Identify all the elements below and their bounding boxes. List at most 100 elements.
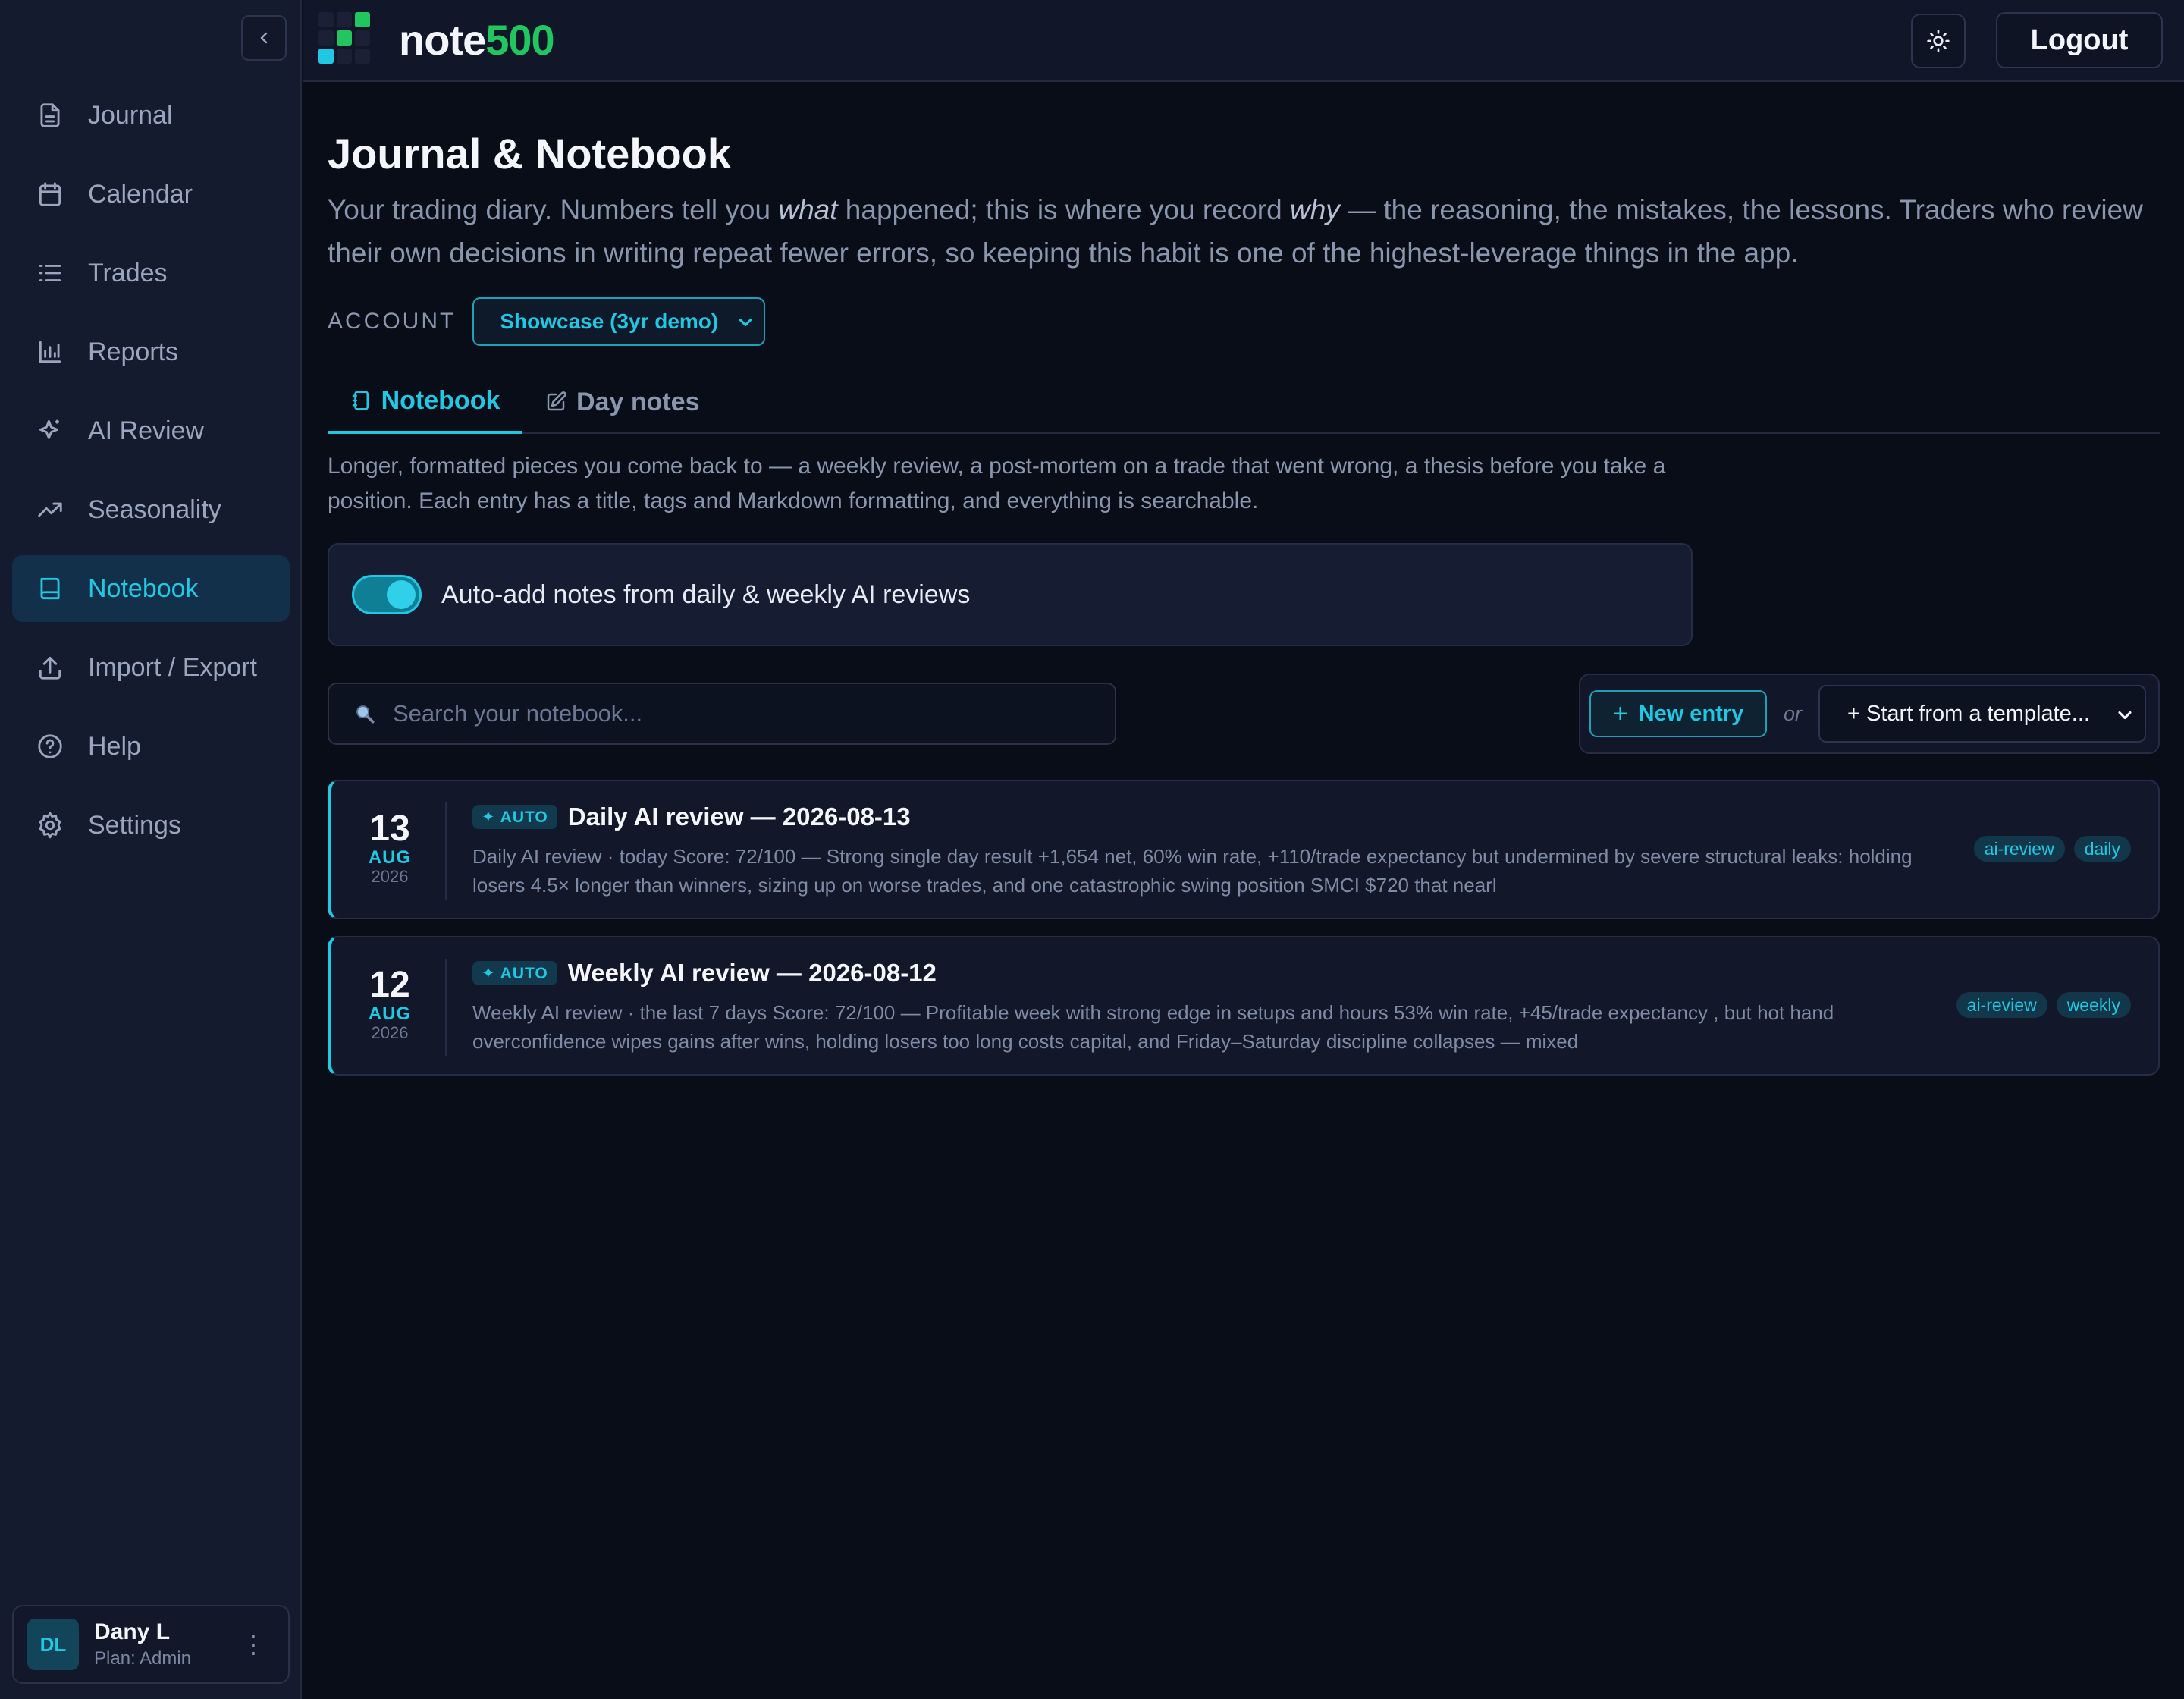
entry-month: AUG <box>368 847 412 868</box>
sidebar-item-label: Import / Export <box>88 652 257 682</box>
logout-button[interactable]: Logout <box>1996 12 2163 68</box>
intro-text: happened; this is where you record <box>837 194 1290 225</box>
user-name: Dany L <box>94 1619 171 1644</box>
page-intro: Your trading diary. Numbers tell you wha… <box>328 188 2148 275</box>
sidebar-item-label: Calendar <box>88 179 193 209</box>
chevron-down-icon <box>739 318 752 327</box>
upload-icon <box>35 652 65 683</box>
sparkle-icon <box>35 416 65 446</box>
divider <box>445 959 447 1056</box>
entry-actions: + New entry or + Start from a template..… <box>1579 674 2160 754</box>
chevron-down-icon <box>2118 711 2132 720</box>
tab-label: Day notes <box>576 387 700 416</box>
sidebar-item-label: Help <box>88 731 141 761</box>
avatar: DL <box>27 1619 79 1670</box>
template-select[interactable]: + Start from a template... <box>1818 685 2147 743</box>
tabs: Notebook Day notes <box>328 370 2160 434</box>
sidebar-item-label: Seasonality <box>88 495 221 524</box>
auto-add-label: Auto-add notes from daily & weekly AI re… <box>441 579 971 609</box>
theme-toggle-button[interactable] <box>1911 14 1966 68</box>
sidebar-item-calendar[interactable]: Calendar <box>12 161 290 228</box>
help-circle-icon <box>35 731 65 762</box>
sidebar-item-label: Reports <box>88 337 179 366</box>
tab-notebook[interactable]: Notebook <box>328 370 522 434</box>
sidebar-item-label: Journal <box>88 100 173 130</box>
user-card[interactable]: DL Dany L Plan: Admin ⋮ <box>12 1605 290 1684</box>
new-entry-button[interactable]: + New entry <box>1589 690 1767 737</box>
search-input[interactable] <box>393 700 1115 727</box>
sidebar-item-notebook[interactable]: Notebook <box>12 555 290 622</box>
edit-note-icon <box>544 391 567 413</box>
auto-badge: ✦ AUTO <box>472 961 557 985</box>
entry-date: 13 AUG 2026 <box>353 810 427 886</box>
account-row: ACCOUNT Showcase (3yr demo) <box>328 297 766 346</box>
trending-up-icon <box>35 495 65 525</box>
intro-text: Your trading diary. Numbers tell you <box>328 194 779 225</box>
sidebar-item-trades[interactable]: Trades <box>12 240 290 306</box>
sidebar-item-journal[interactable]: Journal <box>12 82 290 149</box>
brand-name-part2: 500 <box>485 16 554 64</box>
chevron-left-icon <box>260 32 268 44</box>
sidebar-item-label: Notebook <box>88 573 199 603</box>
search-box <box>328 683 1116 745</box>
entry-year: 2026 <box>371 867 409 886</box>
sidebar-item-import-export[interactable]: Import / Export <box>12 634 290 701</box>
auto-add-toggle[interactable] <box>352 575 422 614</box>
more-vertical-icon[interactable]: ⋮ <box>241 1632 265 1657</box>
list-icon <box>35 258 65 288</box>
sidebar-item-reports[interactable]: Reports <box>12 319 290 385</box>
account-select[interactable]: Showcase (3yr demo) <box>472 297 766 346</box>
auto-badge: ✦ AUTO <box>472 805 557 829</box>
sun-icon <box>1927 30 1950 52</box>
account-label: ACCOUNT <box>328 309 457 334</box>
brand-name[interactable]: note500 <box>399 15 555 64</box>
entry-date: 12 AUG 2026 <box>353 966 427 1042</box>
sidebar: Journal Calendar Trades Reports AI Revie… <box>0 0 302 1699</box>
sidebar-item-ai-review[interactable]: AI Review <box>12 397 290 464</box>
tab-day-notes[interactable]: Day notes <box>544 370 700 434</box>
sidebar-item-seasonality[interactable]: Seasonality <box>12 476 290 543</box>
collapse-sidebar-button[interactable] <box>241 15 287 61</box>
bar-chart-icon <box>35 337 65 367</box>
topbar: note500 Logout <box>303 0 2184 82</box>
plus-icon: + <box>1612 699 1628 728</box>
entry-snippet: Daily AI review · today Score: 72/100 — … <box>472 845 1913 897</box>
entry-title: Weekly AI review — 2026-08-12 <box>567 959 937 987</box>
auto-add-card: Auto-add notes from daily & weekly AI re… <box>328 543 1693 646</box>
logo-icon <box>318 12 370 64</box>
new-entry-label: New entry <box>1638 701 1744 726</box>
user-plan: Plan: Admin <box>94 1648 192 1669</box>
entry-day: 12 <box>369 965 410 1005</box>
tag[interactable]: ai-review <box>1956 992 2048 1018</box>
template-select-value: + Start from a template... <box>1847 701 2090 726</box>
notebook-entry[interactable]: 13 AUG 2026 ✦ AUTO Daily AI review — 202… <box>328 780 2160 919</box>
tag[interactable]: weekly <box>2056 992 2131 1018</box>
entry-tags: ai-review weekly <box>1947 992 2131 1018</box>
toggle-knob <box>387 580 416 609</box>
notebook-entry[interactable]: 12 AUG 2026 ✦ AUTO Weekly AI review — 20… <box>328 936 2160 1076</box>
search-icon <box>356 705 375 724</box>
sidebar-nav: Journal Calendar Trades Reports AI Revie… <box>12 82 290 871</box>
calendar-icon <box>35 179 65 209</box>
page-title: Journal & Notebook <box>328 130 732 177</box>
entry-month: AUG <box>368 1003 412 1024</box>
sidebar-item-label: Trades <box>88 258 168 287</box>
entry-day: 13 <box>369 809 410 849</box>
divider <box>445 802 447 900</box>
sidebar-item-help[interactable]: Help <box>12 713 290 780</box>
entry-title: Daily AI review — 2026-08-13 <box>567 802 911 831</box>
account-select-value: Showcase (3yr demo) <box>500 309 719 333</box>
gear-icon <box>35 810 65 840</box>
tab-label: Notebook <box>381 385 500 415</box>
tag[interactable]: ai-review <box>1973 836 2065 862</box>
or-label: or <box>1784 702 1803 725</box>
file-text-icon <box>35 100 65 130</box>
intro-emphasis: why <box>1289 194 1340 225</box>
sidebar-item-label: AI Review <box>88 416 205 445</box>
book-icon <box>35 573 65 604</box>
entry-tags: ai-review daily <box>1965 836 2131 862</box>
sidebar-item-settings[interactable]: Settings <box>12 792 290 859</box>
intro-emphasis: what <box>778 194 838 225</box>
tag[interactable]: daily <box>2073 836 2131 862</box>
notebook-description: Longer, formatted pieces you come back t… <box>328 454 1666 513</box>
